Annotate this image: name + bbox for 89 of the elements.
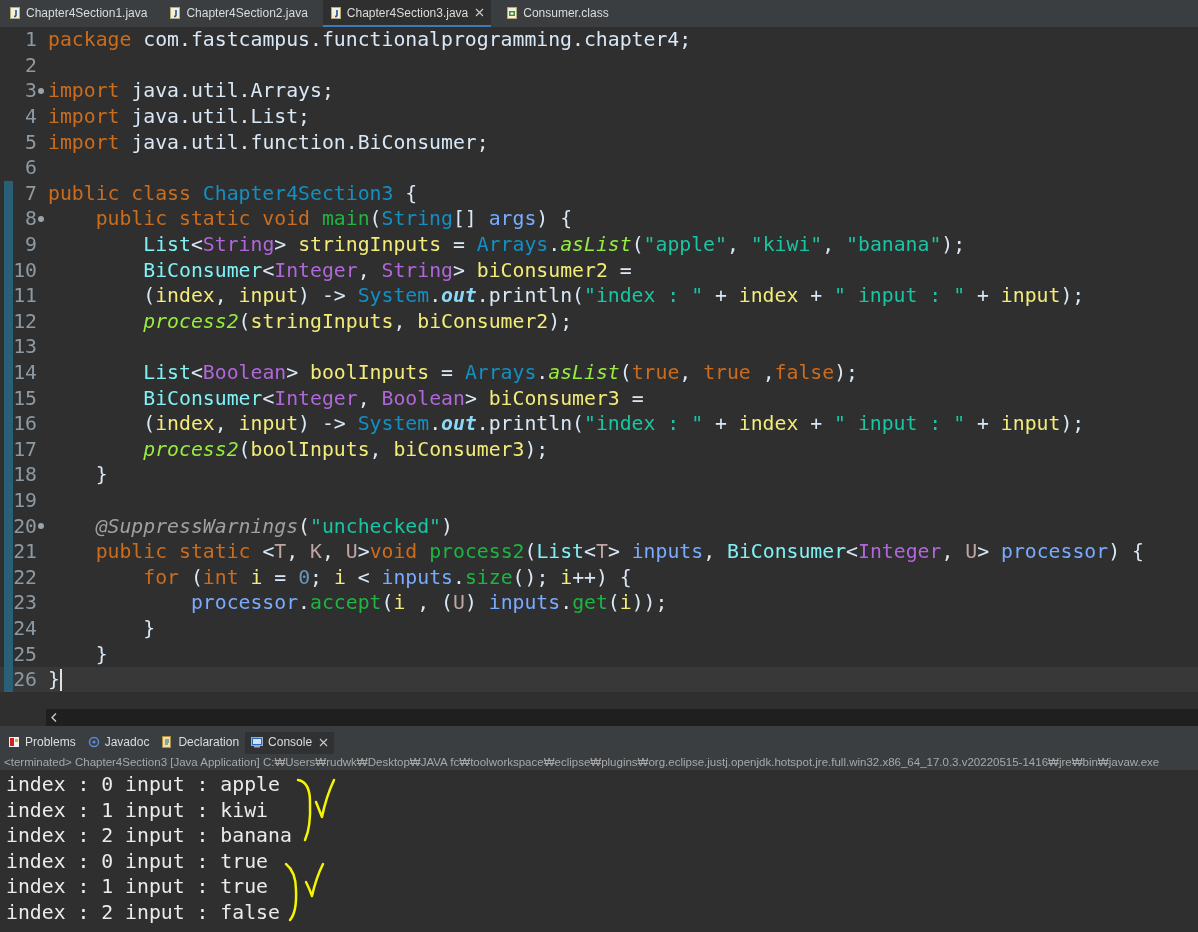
line-number: 14 [13, 361, 37, 384]
line-number: 22 [13, 565, 37, 589]
code-line: List<String> stringInputs = Arrays.asList("apple", "kiwi", "banana"); [142, 233, 966, 257]
line-number: 19 [13, 489, 37, 512]
line-number: 4 [24, 105, 37, 129]
declaration-icon [161, 736, 174, 748]
line-number: 2 [24, 53, 37, 77]
code-line: public static void main(String[] args) { [94, 207, 573, 231]
code-line: } [142, 616, 156, 640]
java-file-icon [169, 6, 182, 19]
line-number: 16 [13, 412, 37, 436]
line-number: 11 [13, 284, 37, 308]
console-status: <terminated> Chapter4Section3 [Java Application] C:₩Users₩rudwk₩Desktop₩JAVA fc₩toolworkspace₩eclipse₩plugins₩org.eclipse.justj.openjdk.hotspot.jre.full.win32.x86_64_17.0.3.v20220515-1416₩jre₩bin₩javaw.exe [0, 754, 1198, 770]
line-number: 3 [24, 79, 37, 103]
tab-label[interactable]: Consumer.class [523, 5, 609, 20]
horizontal-scrollbar[interactable] [46, 709, 1198, 726]
tab-label[interactable]: Console [268, 735, 313, 749]
tab-label[interactable]: Declaration [178, 735, 240, 749]
line-number: 25 [13, 642, 37, 666]
tab[interactable]: Chapter4Section1.java [2, 0, 155, 27]
code-line: (index, input) -> System.out.println("index : " + index + " input : " + input); [142, 284, 1085, 308]
text-cursor [59, 668, 62, 691]
fold-dot-icon[interactable] [38, 88, 44, 94]
line-number: 26 [13, 668, 37, 692]
close-icon[interactable] [475, 8, 485, 17]
bracket-check-drawing [296, 778, 336, 842]
code-line: } [94, 642, 108, 666]
line-number: 23 [13, 591, 37, 615]
line-number: 7 [24, 181, 37, 205]
java-file-icon [329, 6, 342, 19]
code-line: public static <T, K, U>void process2(List<T> inputs, BiConsumer<Integer, U> processor) { [94, 540, 1144, 564]
console-line: index : 0 input : true [5, 848, 268, 875]
problems-icon [8, 736, 20, 748]
line-number: 18 [13, 463, 37, 487]
tab[interactable]: Declaration [155, 732, 246, 754]
code-line: public class Chapter4Section3 { [48, 181, 418, 205]
scroll-left-icon[interactable] [51, 713, 57, 722]
code-line: process2(boolInputs, biConsumer3); [142, 437, 549, 461]
tab-label[interactable]: Chapter4Section2.java [186, 5, 308, 20]
close-icon[interactable] [319, 737, 329, 747]
line-number: 12 [13, 309, 37, 333]
console-line: index : 2 input : banana [5, 823, 292, 849]
tab[interactable]: Consumer.class [499, 0, 616, 27]
console-line: index : 1 input : true [5, 874, 268, 900]
code-line: process2(stringInputs, biConsumer2); [142, 309, 573, 333]
bracket-check-drawing [284, 862, 325, 922]
line-number: 17 [13, 437, 37, 461]
at-sign-icon [87, 736, 100, 748]
line-number: 15 [13, 386, 37, 410]
tab[interactable]: Chapter4Section3.java [322, 0, 492, 27]
code-line: package com.fastcampus.functionalprogramming.chapter4; [48, 28, 692, 52]
fold-dot-icon[interactable] [38, 523, 44, 530]
tab-label[interactable]: Problems [25, 735, 76, 749]
console-icon [251, 736, 264, 748]
line-number: 8 [24, 207, 37, 231]
line-number: 6 [24, 156, 37, 180]
line-number: 9 [24, 233, 37, 257]
tab[interactable]: Javadoc [81, 732, 156, 754]
code-line: } [94, 463, 108, 487]
tab[interactable]: Problems [2, 732, 82, 754]
code-line: import java.util.List; [48, 105, 311, 129]
line-number: 1 [24, 28, 37, 52]
java-file-icon [9, 6, 21, 19]
code-line: BiConsumer<Integer, Boolean> biConsumer3 = [142, 386, 644, 410]
code-line: processor.accept(i , (U) inputs.get(i)); [189, 591, 668, 615]
code-line: BiConsumer<Integer, String> biConsumer2 = [142, 258, 632, 282]
tab-label[interactable]: Chapter4Section1.java [26, 5, 148, 20]
console-line: index : 1 input : kiwi [5, 797, 268, 824]
code-line: for (int i = 0; i < inputs.size(); i++) { [142, 565, 632, 589]
line-number: 13 [13, 335, 37, 359]
line-number: 5 [24, 130, 37, 154]
code-line: List<Boolean> boolInputs = Arrays.asList(true, true ,false); [142, 361, 858, 384]
console-line: index : 0 input : apple [5, 772, 280, 798]
code-line: import java.util.function.BiConsumer; [48, 130, 489, 154]
tab[interactable]: Console [245, 732, 335, 754]
line-number: 21 [13, 540, 37, 564]
code-line: } [48, 668, 60, 692]
console-line: index : 2 input : false [5, 899, 280, 926]
fold-dot-icon[interactable] [38, 215, 44, 222]
code-line: @SuppressWarnings("unchecked") [94, 514, 453, 538]
class-file-icon [506, 6, 519, 19]
code-line: import java.util.Arrays; [48, 79, 334, 103]
tab-label[interactable]: Chapter4Section3.java [346, 5, 469, 20]
line-number: 24 [13, 616, 37, 640]
tab[interactable]: Chapter4Section2.java [162, 0, 315, 27]
line-number: 10 [13, 258, 37, 282]
tab-label[interactable]: Javadoc [104, 735, 150, 749]
line-number: 20 [13, 514, 37, 538]
code-line: (index, input) -> System.out.println("index : " + index + " input : " + input); [142, 412, 1085, 436]
